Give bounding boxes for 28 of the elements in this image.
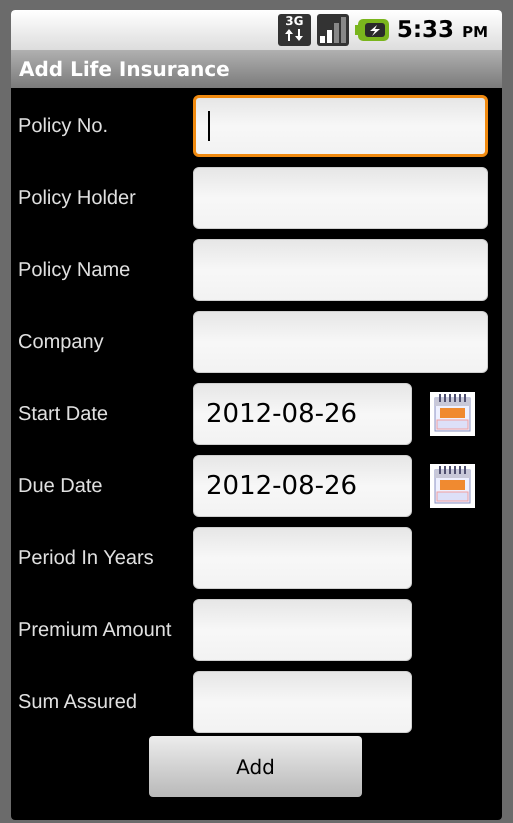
battery-charging-icon	[354, 19, 389, 41]
input-field[interactable]	[193, 599, 412, 661]
field-value: 2012-08-26	[206, 398, 358, 430]
input-field[interactable]	[193, 239, 488, 301]
input-field[interactable]	[193, 527, 412, 589]
field-label: Period In Years	[17, 546, 155, 571]
signal-icon	[316, 14, 349, 46]
calendar-icon[interactable]	[430, 392, 475, 436]
field-label: Policy Holder	[17, 186, 137, 211]
field-label: Start Date	[17, 402, 110, 427]
input-field[interactable]	[193, 671, 412, 733]
input-field[interactable]: 2012-08-26	[193, 383, 412, 445]
screen-title: Add Life Insurance	[19, 56, 230, 83]
input-field[interactable]	[193, 167, 488, 229]
clock: 5:33 PM	[396, 16, 488, 45]
field-label: Policy No.	[17, 114, 110, 139]
input-field[interactable]: 2012-08-26	[193, 455, 412, 517]
field-value: 2012-08-26	[206, 470, 358, 502]
field-label: Sum Assured	[17, 690, 138, 715]
calendar-icon[interactable]	[430, 464, 475, 508]
field-label: Company	[17, 330, 105, 355]
add-button[interactable]: Add	[149, 736, 362, 797]
input-field[interactable]	[193, 95, 488, 157]
field-label: Premium Amount	[17, 618, 172, 643]
field-label: Policy Name	[17, 258, 132, 283]
field-label: Due Date	[17, 474, 104, 499]
network-icon: 3G	[278, 14, 311, 46]
input-field[interactable]	[193, 311, 488, 373]
